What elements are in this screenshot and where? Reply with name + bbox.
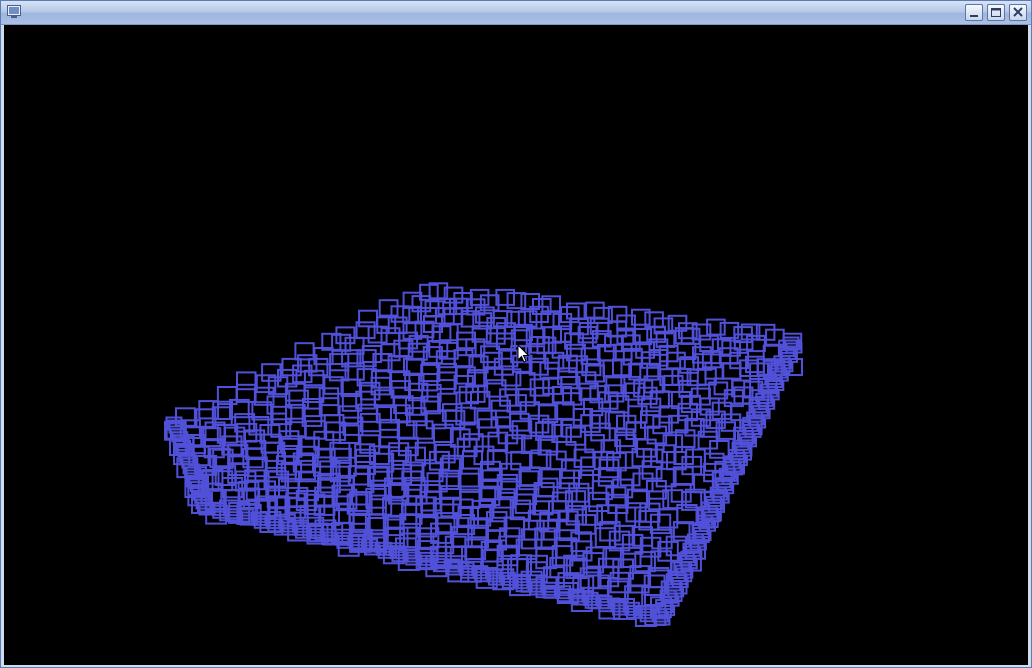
render-viewport[interactable] (4, 25, 1028, 665)
grid-square (640, 410, 661, 429)
grid-square (566, 302, 586, 320)
grid-square (642, 448, 664, 468)
minimize-icon (970, 15, 978, 17)
grid-square (462, 449, 483, 470)
grid-square (378, 299, 399, 317)
grid-square (354, 454, 376, 476)
grid-square (380, 343, 401, 362)
grid-square (419, 484, 441, 505)
app-window-icon[interactable] (7, 5, 21, 18)
grid-square (713, 377, 734, 396)
mouse-cursor-icon (517, 344, 530, 363)
maximize-button[interactable] (987, 4, 1005, 21)
square-field (164, 282, 803, 627)
minimize-button[interactable] (965, 4, 983, 21)
close-icon (1013, 7, 1023, 17)
grid-square (486, 450, 508, 470)
grid-square (596, 504, 618, 525)
grid-square (236, 371, 257, 391)
close-button[interactable] (1009, 4, 1027, 21)
title-bar[interactable] (1, 1, 1031, 25)
grid-square (721, 362, 742, 380)
grid-square (469, 288, 490, 306)
grid-square (572, 408, 594, 427)
grid-square (539, 361, 560, 380)
particle-grid-scene (164, 282, 803, 627)
grid-square (458, 385, 480, 405)
grid-square (699, 334, 719, 352)
app-window (0, 0, 1032, 668)
grid-square (373, 452, 395, 473)
maximize-icon (991, 8, 1001, 17)
grid-square (465, 384, 486, 403)
grid-square (626, 488, 649, 509)
